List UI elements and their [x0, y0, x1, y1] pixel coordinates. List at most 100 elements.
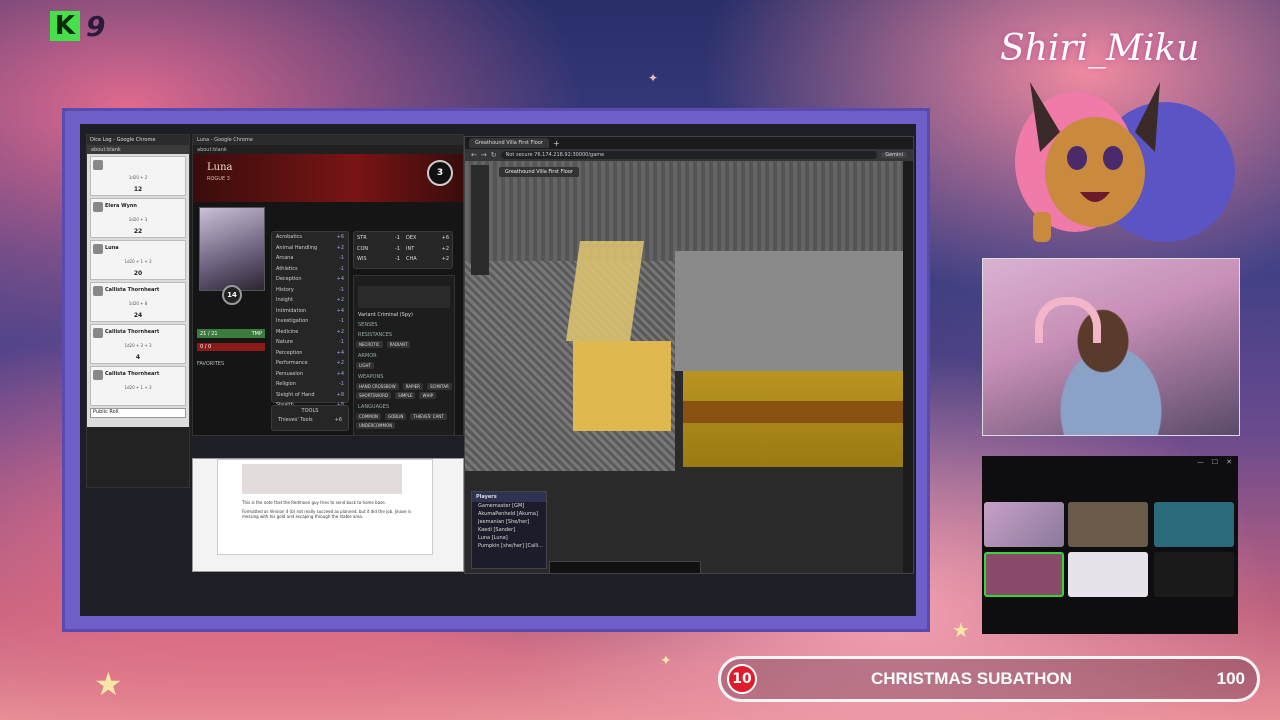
participant-tile[interactable]: [984, 552, 1064, 597]
skill-row[interactable]: Insight +2: [272, 295, 348, 306]
address-bar[interactable]: about:blank: [87, 145, 189, 154]
skill-row[interactable]: Persuasion +4: [272, 369, 348, 380]
tool-name[interactable]: Thieves' Tools: [278, 417, 313, 423]
scene-controls[interactable]: [471, 165, 489, 275]
player-entry[interactable]: Gamemaster [GM]: [472, 502, 546, 510]
armor-header: ARMOR: [358, 353, 377, 359]
maximize-icon[interactable]: ☐: [1212, 458, 1218, 466]
death-saves-bar[interactable]: 0 / 0: [197, 343, 265, 351]
save-label: CON: [357, 245, 369, 252]
player-entry[interactable]: Luna [Luna]: [472, 534, 546, 542]
game-canvas[interactable]: Greathound Villa First Floor Players Gam…: [465, 161, 913, 573]
participant-tile[interactable]: [1068, 502, 1148, 547]
roll-formula: 1d20 + 1 + 3: [124, 259, 152, 264]
player-entry[interactable]: Pumpkin [she/her] [Calli...: [472, 542, 546, 550]
skill-row[interactable]: Perception +4: [272, 348, 348, 359]
roll-card[interactable]: Callista Thornheart 1d20 + 2 + 3 4: [90, 324, 186, 364]
reload-icon[interactable]: ↻: [491, 151, 497, 159]
skill-mod: +6: [336, 234, 344, 241]
players-header[interactable]: Players: [472, 492, 546, 502]
skill-row[interactable]: Animal Handling +2: [272, 243, 348, 254]
avatar: [93, 244, 103, 254]
skill-row[interactable]: Deception +4: [272, 274, 348, 285]
skill-row[interactable]: Arcana -1: [272, 253, 348, 264]
participant-tile[interactable]: [984, 502, 1064, 547]
roll-card[interactable]: 1d20 + 2 12: [90, 156, 186, 196]
participant-tile[interactable]: [1154, 552, 1234, 597]
skill-label: Insight: [276, 297, 293, 304]
skill-row[interactable]: Performance +2: [272, 358, 348, 369]
save-row[interactable]: DEX +6: [406, 235, 449, 244]
document-line: Formatted as Version 4 (b) not really su…: [242, 509, 412, 519]
skill-mod: -1: [339, 265, 344, 272]
skill-row[interactable]: History -1: [272, 285, 348, 296]
trait-chip: SCIMITAR: [426, 383, 452, 390]
skill-mod: +4: [336, 349, 344, 356]
sidebar-tabs[interactable]: [903, 161, 913, 573]
skill-mod: -1: [339, 255, 344, 262]
trait-chip: RADIANT: [386, 341, 411, 348]
gemini-button[interactable]: Gemini: [881, 152, 907, 158]
resistances-header: RESISTANCES: [358, 332, 393, 338]
roll-mode-select[interactable]: Public Roll: [90, 408, 186, 418]
roll-card[interactable]: Elera Wynn 1d20 + 3 22: [90, 198, 186, 238]
save-row[interactable]: INT +2: [406, 246, 449, 255]
skill-row[interactable]: Investigation -1: [272, 316, 348, 327]
players-list: Players Gamemaster [GM] AkumaPenheld [Aku…: [471, 491, 547, 569]
browser-tab[interactable]: Greathound Villa First Floor: [469, 138, 549, 148]
back-icon[interactable]: ←: [471, 151, 477, 159]
document-page[interactable]: This is the note that the Redmoon guy tr…: [217, 459, 433, 555]
save-row[interactable]: CON -1: [357, 246, 400, 255]
participant-tile[interactable]: [1068, 552, 1148, 597]
macro-hotbar[interactable]: [549, 561, 701, 573]
skill-mod: -1: [339, 318, 344, 325]
voice-chat-window: — ☐ ✕: [982, 456, 1238, 634]
chat-input-area[interactable]: [87, 427, 189, 487]
window-titlebar[interactable]: Dice Log - Google Chrome: [87, 135, 189, 145]
roll-total: 20: [133, 270, 143, 277]
skill-row[interactable]: Sleight of Hand +8: [272, 390, 348, 401]
saving-throws-panel: STR -1 DEX +6 CON -1 INT +2 WIS -1 CHA +2: [353, 231, 453, 269]
document-line: This is the note that the Redmoon guy tr…: [242, 500, 386, 505]
level-badge[interactable]: 3: [427, 160, 453, 186]
skill-row[interactable]: Medicine +2: [272, 327, 348, 338]
avatar: [93, 160, 103, 170]
participant-tile[interactable]: [1154, 502, 1234, 547]
trait-chip: HAND CROSSBOW: [356, 383, 399, 390]
skill-row[interactable]: Religion -1: [272, 379, 348, 390]
roll-card[interactable]: Callista Thornheart 1d20 + 1 + 3: [90, 366, 186, 406]
dice-log-window: Dice Log - Google Chrome about:blank 1d2…: [86, 134, 190, 488]
skill-row[interactable]: Nature -1: [272, 337, 348, 348]
skill-label: History: [276, 286, 294, 293]
skill-row[interactable]: Intimidation +4: [272, 306, 348, 317]
background-label[interactable]: Variant Criminal (Spy): [358, 312, 450, 318]
save-row[interactable]: STR -1: [357, 235, 400, 244]
roll-card[interactable]: Luna 1d20 + 1 + 3 20: [90, 240, 186, 280]
document-image: [242, 464, 402, 494]
roll-card[interactable]: Callista Thornheart 1d20 + 8 24: [90, 282, 186, 322]
close-icon[interactable]: ✕: [1226, 458, 1232, 466]
address-bar[interactable]: about:blank: [193, 145, 463, 154]
player-entry[interactable]: AkumaPenheld [Akuma]: [472, 510, 546, 518]
character-portrait[interactable]: [199, 207, 265, 291]
document-text: This is the note that the Redmoon guy tr…: [242, 500, 422, 519]
new-tab-icon[interactable]: +: [553, 139, 560, 148]
save-row[interactable]: WIS -1: [357, 256, 400, 265]
skill-mod: +2: [336, 360, 344, 367]
skill-row[interactable]: Acrobatics +6: [272, 232, 348, 243]
forward-icon[interactable]: →: [481, 151, 487, 159]
save-value: +6: [441, 235, 449, 241]
hp-bar[interactable]: 21 / 21 TMP: [197, 329, 265, 338]
skill-label: Investigation: [276, 318, 309, 325]
player-entry[interactable]: Kaedi [Sander]: [472, 526, 546, 534]
minimize-icon[interactable]: —: [1197, 458, 1204, 466]
scene-navigation[interactable]: Greathound Villa First Floor: [499, 167, 579, 177]
skill-label: Intimidation: [276, 307, 307, 314]
window-titlebar[interactable]: Luna - Google Chrome: [193, 135, 463, 145]
roll-formula: 1d20 + 3: [128, 217, 148, 222]
player-entry[interactable]: Jeemanian [She/her]: [472, 518, 546, 526]
save-row[interactable]: CHA +2: [406, 256, 449, 265]
url-input[interactable]: Not secure 76.174.218.92:30000/game: [500, 151, 878, 159]
skill-row[interactable]: Athletics -1: [272, 264, 348, 275]
star-icon: ★: [94, 665, 123, 703]
